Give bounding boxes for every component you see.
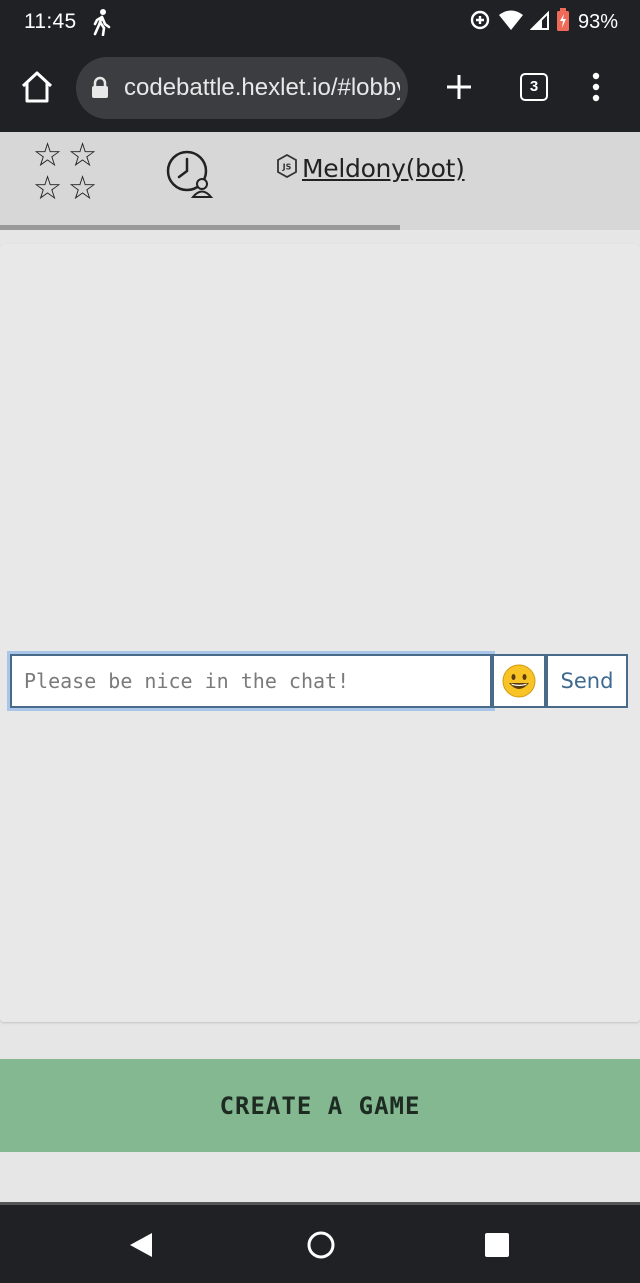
url-bar[interactable]: codebattle.hexlet.io/#lobby <box>76 57 408 119</box>
status-time: 11:45 <box>24 10 77 33</box>
player-name-link[interactable]: Meldony(bot) <box>302 154 465 183</box>
recent-apps-icon[interactable] <box>484 1232 510 1263</box>
emoji-picker-button[interactable] <box>492 654 546 708</box>
home-nav-icon[interactable] <box>306 1230 336 1265</box>
battery-percent: 93% <box>577 11 618 33</box>
browser-toolbar: codebattle.hexlet.io/#lobby 3 <box>0 44 640 132</box>
nodejs-icon: JS <box>276 153 298 183</box>
svg-text:JS: JS <box>282 163 292 172</box>
chat-panel: Send <box>0 244 640 1022</box>
status-bar: 11:45 93% <box>0 0 640 44</box>
lock-icon <box>90 76 110 105</box>
smiley-emoji-icon <box>502 664 536 698</box>
back-icon[interactable] <box>128 1231 154 1264</box>
chat-input[interactable] <box>7 651 495 711</box>
plus-icon[interactable] <box>440 68 478 111</box>
tabs-icon[interactable]: 3 <box>520 73 548 101</box>
timer-user-icon <box>164 148 216 205</box>
menu-icon[interactable] <box>584 68 608 111</box>
wifi-icon <box>498 9 524 36</box>
battery-icon <box>556 8 570 37</box>
progress-bar <box>0 225 400 230</box>
game-header: ☆ ☆☆ ☆ JS Meldony(bot) <box>0 132 640 230</box>
send-button[interactable]: Send <box>546 654 628 708</box>
data-saver-icon <box>468 8 492 37</box>
url-text: codebattle.hexlet.io/#lobby <box>124 74 400 101</box>
create-game-button[interactable]: CREATE A GAME <box>0 1059 640 1152</box>
signal-icon <box>529 9 550 36</box>
chat-input-row: Send <box>7 651 628 711</box>
walk-icon <box>90 8 114 41</box>
home-icon[interactable] <box>18 68 56 111</box>
opponent-player[interactable]: JS Meldony(bot) <box>276 153 465 183</box>
system-nav-bar <box>0 1202 640 1283</box>
stars-rating-icon: ☆ ☆☆ ☆ <box>32 136 98 206</box>
